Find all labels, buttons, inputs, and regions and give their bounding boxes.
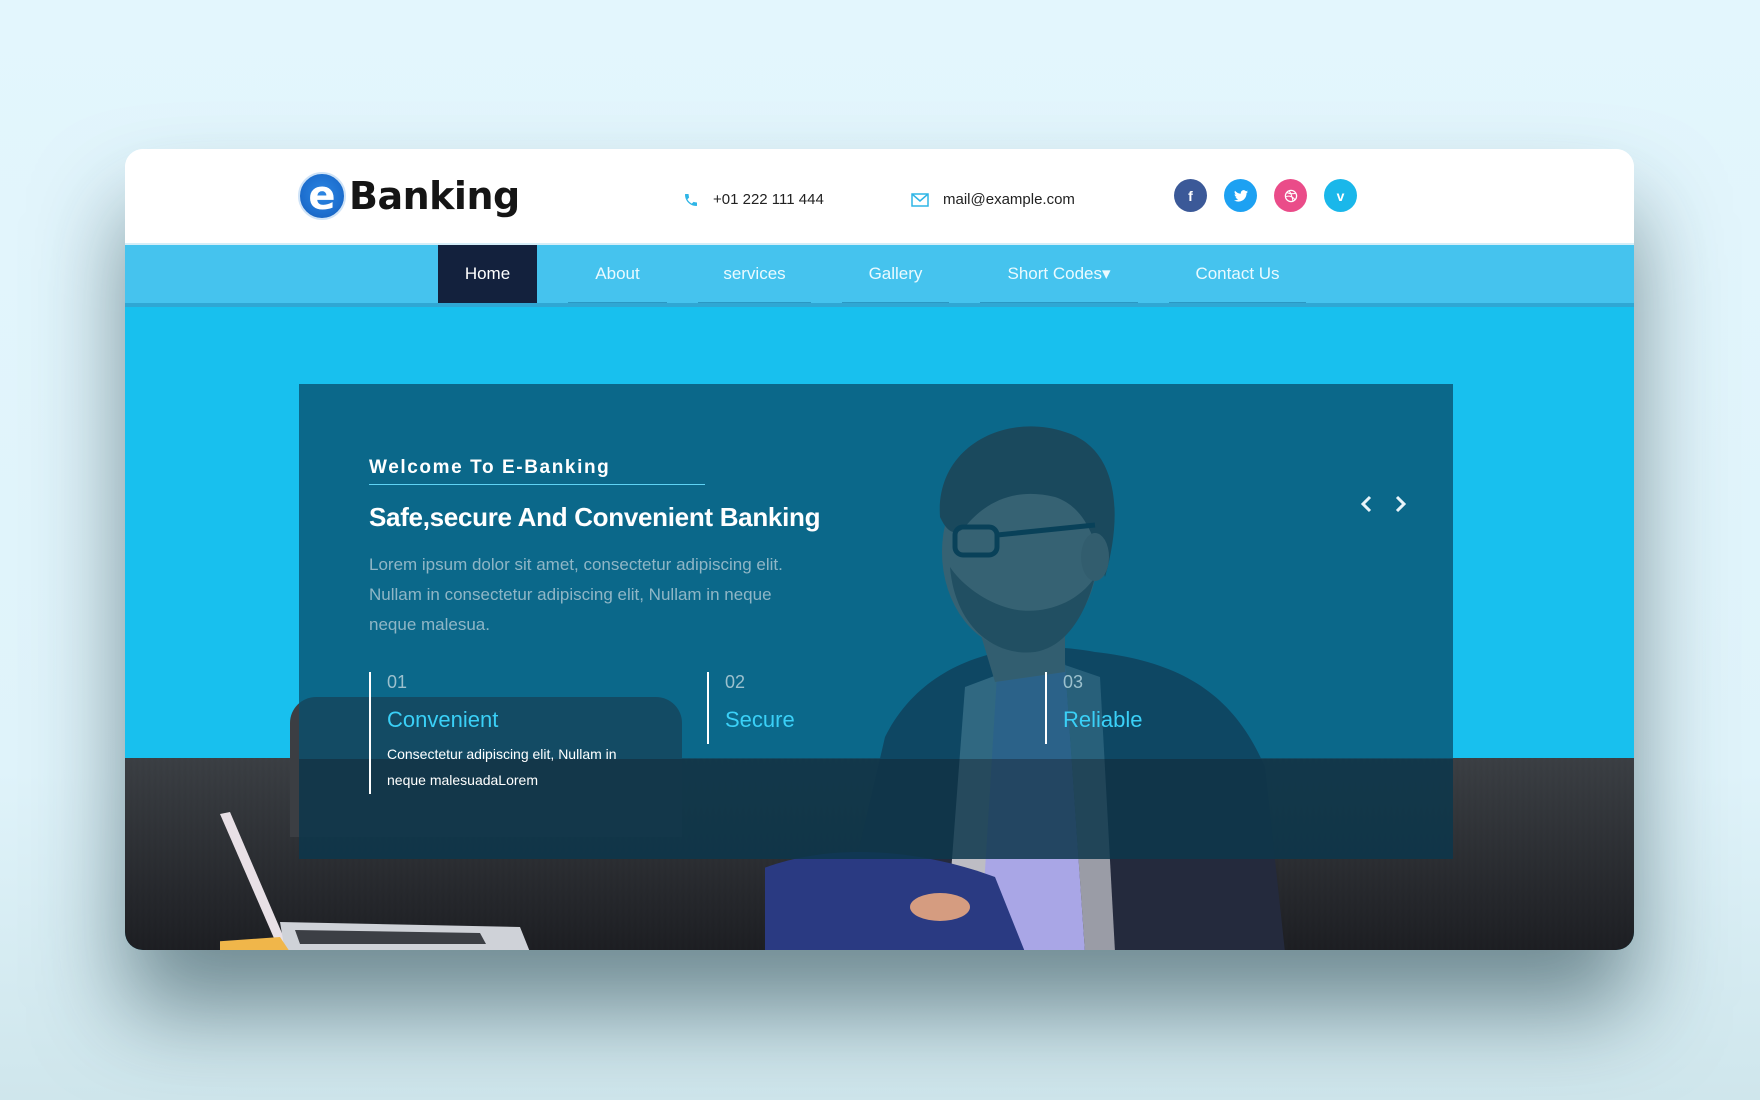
vimeo-icon[interactable]: v bbox=[1324, 179, 1357, 212]
facebook-icon[interactable]: f bbox=[1174, 179, 1207, 212]
feature-secure: 02 Secure bbox=[707, 672, 795, 744]
slider-controls bbox=[1356, 492, 1411, 516]
email-contact[interactable]: mail@example.com bbox=[911, 191, 1075, 208]
nav-home[interactable]: Home bbox=[438, 245, 537, 305]
chevron-right-icon[interactable] bbox=[1391, 492, 1411, 516]
phone-icon bbox=[685, 193, 697, 206]
phone-contact[interactable]: +01 222 111 444 bbox=[683, 191, 824, 208]
hero-headline: Safe,secure And Convenient Banking bbox=[369, 502, 821, 532]
nav-gallery[interactable]: Gallery bbox=[842, 245, 949, 305]
hero-welcome: Welcome To E-Banking bbox=[369, 457, 611, 478]
hero-banner: Welcome To E-Banking Safe,secure And Con… bbox=[125, 307, 1634, 950]
feature-description: Consectetur adipiscing elit, Nullam in n… bbox=[387, 746, 617, 788]
feature-number: 02 bbox=[725, 672, 746, 692]
nav-short-codes[interactable]: Short Codes▾ bbox=[980, 245, 1138, 305]
feature-number: 03 bbox=[1063, 672, 1084, 692]
feature-title: Secure bbox=[725, 707, 795, 732]
welcome-underline bbox=[369, 484, 705, 485]
email-address: mail@example.com bbox=[943, 191, 1075, 208]
nav-services[interactable]: services bbox=[698, 245, 811, 305]
main-navigation: Home About services Gallery Short Codes▾… bbox=[125, 243, 1634, 305]
phone-number: +01 222 111 444 bbox=[713, 191, 824, 208]
twitter-icon[interactable] bbox=[1224, 179, 1257, 212]
logo[interactable]: e Banking bbox=[298, 171, 520, 221]
mail-icon bbox=[911, 192, 929, 207]
site-preview-card: e Banking +01 222 111 444 mail@example.c… bbox=[125, 149, 1634, 950]
feature-title: Convenient bbox=[387, 707, 499, 732]
feature-convenient: 01 Convenient Consectetur adipiscing eli… bbox=[369, 672, 627, 794]
nav-contact-us[interactable]: Contact Us bbox=[1169, 245, 1306, 305]
chevron-left-icon[interactable] bbox=[1356, 492, 1376, 516]
top-header: e Banking +01 222 111 444 mail@example.c… bbox=[125, 149, 1634, 243]
hero-intro-text: Lorem ipsum dolor sit amet, consectetur … bbox=[369, 555, 783, 634]
feature-title: Reliable bbox=[1063, 707, 1143, 732]
logo-text: Banking bbox=[349, 174, 520, 218]
feature-number: 01 bbox=[387, 672, 408, 692]
feature-reliable: 03 Reliable bbox=[1045, 672, 1143, 744]
laptop-image bbox=[220, 812, 530, 950]
nav-about[interactable]: About bbox=[568, 245, 667, 305]
social-links: f v bbox=[1174, 179, 1357, 212]
dribbble-icon[interactable] bbox=[1274, 179, 1307, 212]
logo-mark: e bbox=[298, 172, 346, 220]
